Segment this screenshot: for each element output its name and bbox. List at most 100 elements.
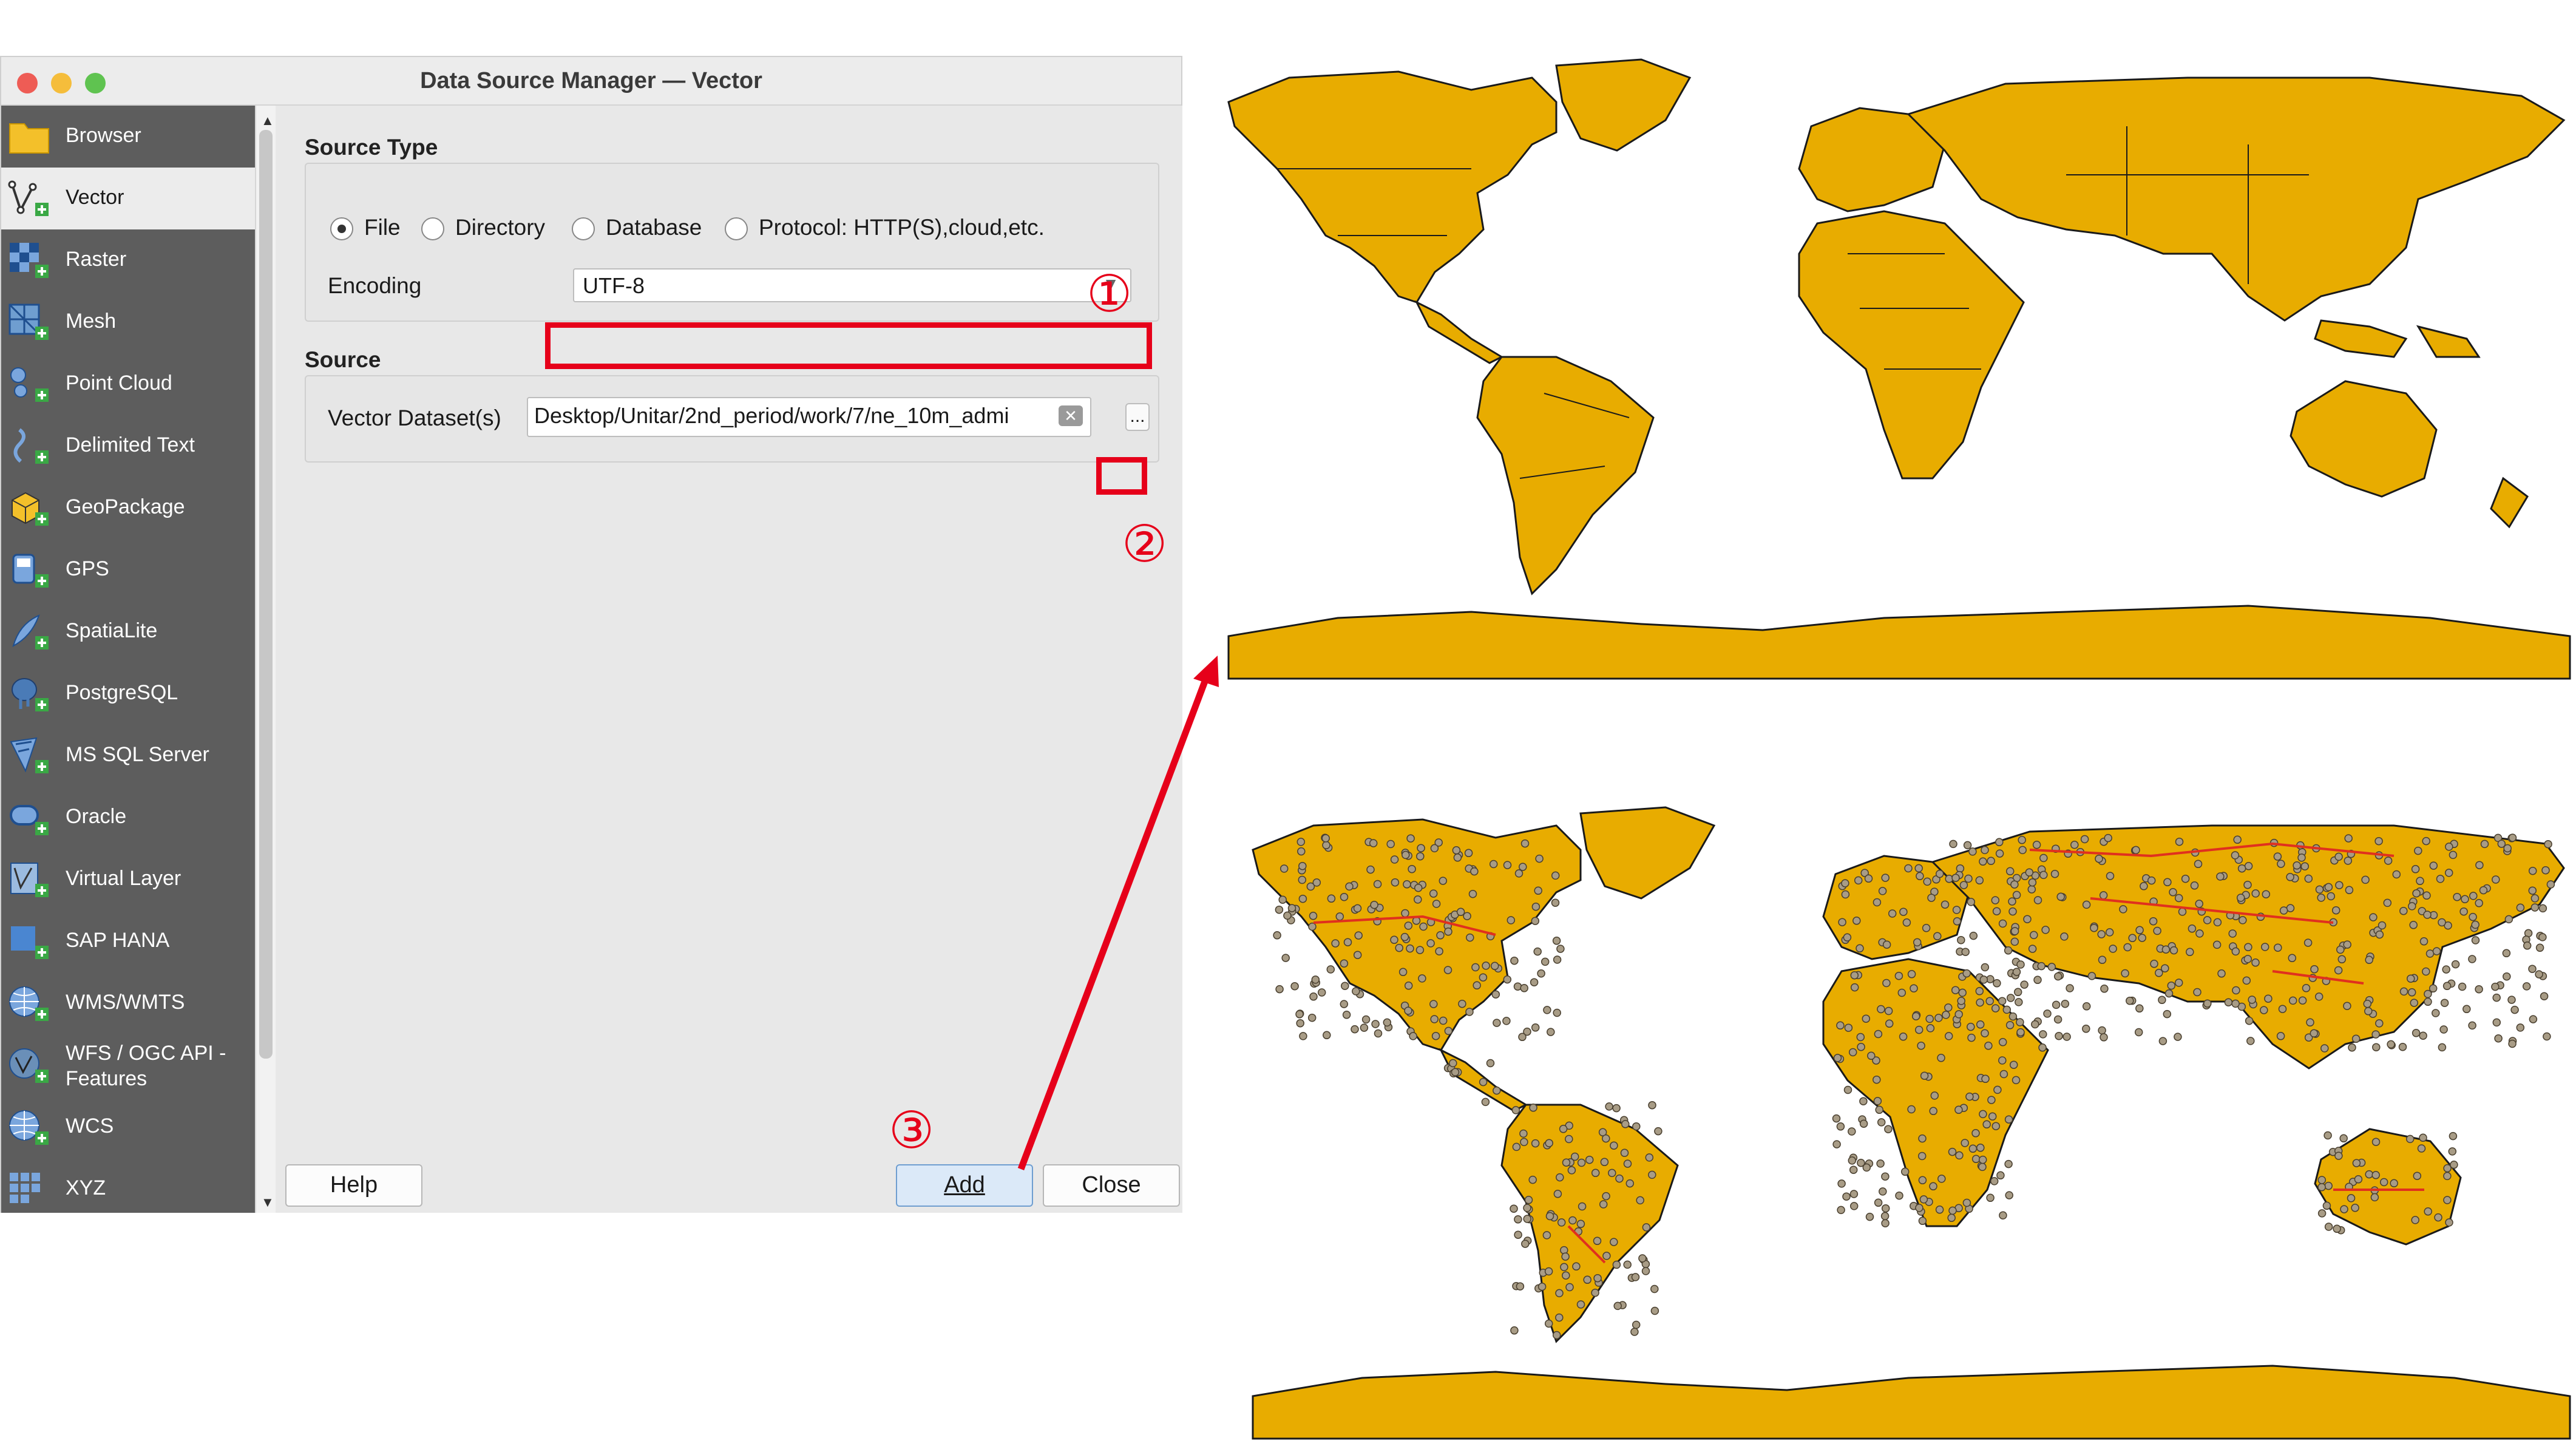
place-point xyxy=(2132,846,2140,855)
place-point xyxy=(1979,857,1987,866)
place-point xyxy=(2469,912,2477,921)
place-point xyxy=(1904,864,1913,873)
place-point xyxy=(1600,1158,1609,1167)
place-point xyxy=(1463,912,1471,920)
place-point xyxy=(2343,940,2351,949)
place-point xyxy=(2153,926,2161,935)
place-point xyxy=(2097,930,2106,938)
place-point xyxy=(2337,955,2347,964)
place-point xyxy=(1602,1134,1610,1143)
place-point xyxy=(1998,919,2007,928)
place-point xyxy=(1907,970,1916,978)
place-point xyxy=(2161,945,2171,954)
place-point xyxy=(1937,1054,1945,1062)
place-point xyxy=(1836,1021,1845,1030)
place-point xyxy=(1561,1252,1570,1261)
place-point xyxy=(2095,854,2103,863)
place-point xyxy=(1874,1198,1883,1207)
place-point xyxy=(1553,1008,1561,1017)
place-point xyxy=(2302,984,2311,992)
place-point xyxy=(1841,879,1849,887)
place-point xyxy=(1309,992,1318,1001)
place-point xyxy=(1295,1010,1304,1019)
place-point xyxy=(1981,1029,1989,1037)
place-point xyxy=(1373,880,1382,889)
place-point xyxy=(1560,1263,1568,1272)
place-point xyxy=(2334,1151,2343,1160)
place-point xyxy=(2047,963,2056,971)
place-point xyxy=(2006,994,2015,1002)
place-point xyxy=(1360,1023,1369,1032)
place-point xyxy=(2123,943,2132,952)
place-point xyxy=(1837,1206,1845,1215)
place-point xyxy=(1297,847,1306,856)
place-point xyxy=(2274,943,2282,952)
place-point xyxy=(1884,1006,1893,1016)
place-point xyxy=(2043,1009,2052,1018)
place-point xyxy=(1451,1068,1460,1077)
place-point xyxy=(2167,981,2176,990)
place-point xyxy=(1920,1071,1929,1080)
place-point xyxy=(1952,906,1961,914)
place-point xyxy=(2343,1002,2351,1010)
place-point xyxy=(1562,1271,1570,1280)
place-point xyxy=(2508,833,2517,842)
place-point xyxy=(1429,1000,1438,1008)
place-point xyxy=(1948,1206,1957,1215)
place-point xyxy=(2419,937,2429,946)
place-point xyxy=(2399,906,2408,915)
place-point xyxy=(1959,881,1968,889)
place-point xyxy=(1473,981,1481,990)
place-point xyxy=(2334,852,2343,861)
place-point xyxy=(2008,1012,2018,1021)
place-point xyxy=(1555,1289,1564,1298)
place-point xyxy=(1578,1202,1587,1211)
place-point xyxy=(2246,1037,2255,1045)
place-point xyxy=(1577,1158,1586,1167)
place-point xyxy=(1493,1086,1501,1095)
place-point xyxy=(1565,1134,1573,1144)
place-point xyxy=(1899,1033,1908,1041)
place-point xyxy=(2538,933,2547,941)
place-point xyxy=(2169,946,2178,955)
place-point xyxy=(1308,922,1317,931)
place-point xyxy=(1979,1110,1987,1119)
place-point xyxy=(1832,1114,1841,1123)
place-point xyxy=(1556,945,1565,953)
place-point xyxy=(1962,969,1971,978)
place-point xyxy=(1317,988,1326,997)
place-point xyxy=(1958,988,1967,997)
place-point xyxy=(2158,995,2166,1005)
place-point xyxy=(1632,1320,1641,1329)
place-point xyxy=(2195,929,2204,938)
place-point xyxy=(2540,992,2549,1000)
place-point xyxy=(2363,999,2372,1008)
place-point xyxy=(1309,912,1318,920)
place-point xyxy=(2158,1037,2168,1045)
place-point xyxy=(2126,996,2134,1005)
place-point xyxy=(1403,880,1411,889)
place-point xyxy=(1881,1172,1890,1181)
place-point xyxy=(2237,864,2246,873)
place-point xyxy=(2522,982,2531,991)
place-point xyxy=(2491,982,2500,991)
place-point xyxy=(2322,1201,2331,1210)
place-point xyxy=(1996,1171,2005,1180)
place-point xyxy=(1537,1282,1547,1291)
place-point xyxy=(1576,1219,1585,1229)
place-point xyxy=(2016,1018,2024,1026)
place-point xyxy=(2025,868,2034,877)
place-point xyxy=(1993,979,2001,988)
place-point xyxy=(1610,1141,1618,1150)
place-point xyxy=(2443,1164,2452,1173)
place-point xyxy=(1987,856,1995,866)
place-point xyxy=(1557,1218,1566,1227)
place-point xyxy=(2442,965,2450,974)
place-point xyxy=(1978,1155,1987,1164)
place-point xyxy=(1556,1173,1564,1182)
place-point xyxy=(1572,1262,1581,1271)
place-point xyxy=(2128,934,2137,943)
place-point xyxy=(1343,938,1352,946)
place-point xyxy=(2224,998,2233,1006)
place-point xyxy=(1881,1204,1890,1213)
